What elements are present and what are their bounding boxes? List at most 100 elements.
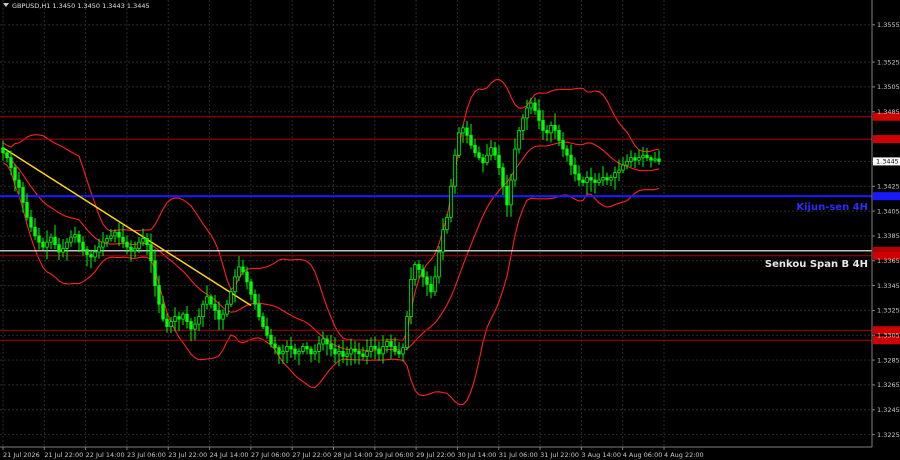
candle-body bbox=[577, 173, 581, 181]
candle-body bbox=[45, 241, 49, 248]
candle-body bbox=[561, 139, 565, 150]
candle-body bbox=[473, 144, 477, 154]
price-tick-label: 1.3365 bbox=[877, 257, 900, 265]
candle-body bbox=[633, 157, 637, 161]
candle-body bbox=[241, 266, 245, 273]
level-price-tag bbox=[873, 192, 900, 201]
candle-body bbox=[61, 247, 65, 253]
candle-body bbox=[593, 179, 597, 183]
candle-body bbox=[197, 316, 201, 325]
candle-body bbox=[145, 237, 149, 246]
candle-body bbox=[477, 152, 481, 159]
candle-body bbox=[21, 187, 25, 203]
candle-body bbox=[557, 129, 561, 141]
candle-body bbox=[261, 316, 265, 327]
candle-body bbox=[277, 347, 281, 355]
candle-body bbox=[109, 235, 113, 239]
candle-body bbox=[269, 334, 273, 345]
candle-body bbox=[537, 110, 541, 121]
candle-body bbox=[177, 316, 181, 320]
candle-body bbox=[29, 216, 33, 228]
candle-body bbox=[449, 185, 453, 218]
candle-body bbox=[609, 177, 613, 181]
candle-body bbox=[93, 251, 97, 258]
candle-body bbox=[401, 347, 405, 355]
price-tick-label: 1.3225 bbox=[877, 431, 900, 439]
candle-body bbox=[649, 157, 653, 161]
price-tick-label: 1.3285 bbox=[877, 356, 900, 364]
candle-body bbox=[345, 353, 349, 357]
candle-body bbox=[637, 157, 641, 161]
candle-body bbox=[221, 313, 225, 320]
candle-body bbox=[545, 129, 549, 134]
candle-body bbox=[301, 346, 305, 352]
time-tick-label: 29 Jul 06:00 bbox=[375, 451, 414, 459]
candle-body bbox=[5, 152, 9, 159]
candle-body bbox=[153, 260, 157, 286]
current-price-label: 1.3445 bbox=[876, 158, 899, 166]
candle-body bbox=[601, 177, 605, 181]
candle-body bbox=[313, 350, 317, 355]
candle-body bbox=[485, 154, 489, 164]
candle-body bbox=[33, 226, 37, 237]
candle-body bbox=[501, 167, 505, 187]
candle-body bbox=[297, 350, 301, 355]
time-tick-label: 4 Aug 22:00 bbox=[664, 451, 704, 459]
price-tick-label: 1.3325 bbox=[877, 307, 900, 315]
candle-body bbox=[97, 246, 101, 253]
candle-body bbox=[349, 348, 353, 355]
candle-body bbox=[589, 177, 593, 181]
candle-body bbox=[369, 346, 373, 352]
candle-body bbox=[441, 229, 445, 253]
candle-body bbox=[101, 241, 105, 248]
candle-body bbox=[9, 157, 13, 169]
candle-body bbox=[321, 338, 325, 345]
candle-body bbox=[121, 236, 125, 243]
candle-body bbox=[333, 348, 337, 355]
candle-body bbox=[365, 350, 369, 357]
candle-body bbox=[509, 179, 513, 206]
candle-body bbox=[393, 346, 397, 352]
time-tick-label: 4 Aug 06:00 bbox=[623, 451, 663, 459]
price-tick-label: 1.3555 bbox=[877, 21, 900, 29]
candle-body bbox=[293, 348, 297, 355]
level-price-tag bbox=[873, 135, 900, 144]
candle-body bbox=[117, 231, 121, 238]
candle-body bbox=[517, 129, 521, 150]
candle-body bbox=[453, 154, 457, 187]
price-tick-label: 1.3525 bbox=[877, 58, 900, 66]
candle-body bbox=[417, 264, 421, 270]
candle-body bbox=[497, 154, 501, 169]
price-tick-label: 1.3405 bbox=[877, 207, 900, 215]
candle-body bbox=[457, 132, 461, 156]
candle-body bbox=[397, 350, 401, 355]
candle-body bbox=[541, 120, 545, 131]
candle-body bbox=[17, 179, 21, 188]
candle-body bbox=[421, 269, 425, 278]
candle-body bbox=[573, 164, 577, 175]
candle-body bbox=[161, 303, 165, 320]
level-label-kijun: Kijun-sen 4H bbox=[796, 202, 868, 213]
candle-body bbox=[377, 348, 381, 355]
candle-body bbox=[257, 303, 261, 318]
candle-body bbox=[553, 125, 557, 131]
level-label-senkou: Senkou Span B 4H bbox=[765, 259, 868, 270]
candle-body bbox=[41, 241, 45, 248]
candle-body bbox=[533, 102, 537, 111]
price-chart[interactable]: Kijun-sen 4H Senkou Span B 4H 1.3555 1.352… bbox=[0, 0, 900, 460]
price-tick-label: 1.3385 bbox=[877, 232, 900, 240]
candle-body bbox=[89, 254, 93, 258]
candle-body bbox=[281, 350, 285, 355]
chart-background bbox=[0, 0, 900, 460]
candle-body bbox=[585, 177, 589, 183]
candle-body bbox=[13, 167, 17, 181]
time-tick-label: 31 Jul 22:00 bbox=[540, 451, 579, 459]
candle-body bbox=[549, 125, 553, 134]
candle-body bbox=[133, 247, 137, 252]
candle-body bbox=[469, 134, 473, 146]
candle-body bbox=[329, 343, 333, 350]
candle-body bbox=[581, 179, 585, 183]
candle-body bbox=[1, 147, 5, 154]
candle-body bbox=[81, 241, 85, 250]
price-tick-label: 1.3305 bbox=[877, 332, 900, 340]
